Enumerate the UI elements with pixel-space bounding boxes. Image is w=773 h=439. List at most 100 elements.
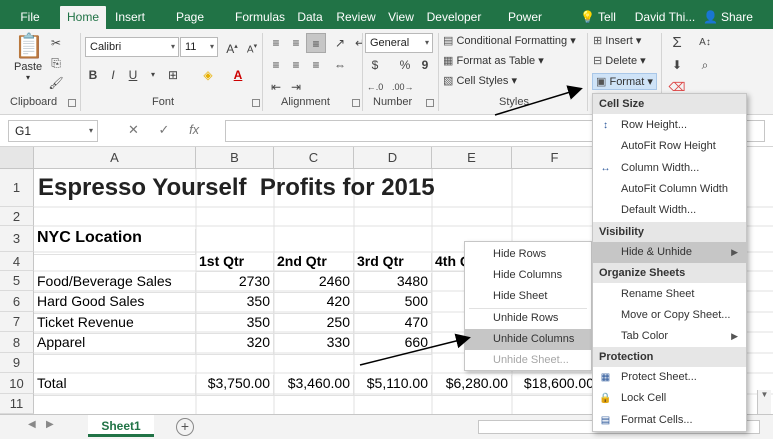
row-label-cell[interactable]: Food/Beverage Sales [34, 273, 196, 293]
column-header-f[interactable]: F [512, 147, 598, 169]
merge-center-icon[interactable]: ⇔ [330, 55, 350, 75]
insert-function-icon[interactable]: fx [189, 122, 199, 137]
name-box[interactable]: G1 ▾ [8, 120, 98, 142]
tab-home[interactable]: Home [60, 6, 106, 30]
align-center-icon[interactable]: ≡ [286, 55, 306, 75]
value-cell[interactable]: 2730 [196, 273, 274, 293]
menu-item-format-cells[interactable]: ▤ Format Cells... [593, 410, 746, 431]
value-cell[interactable]: 320 [196, 334, 274, 355]
underline-button[interactable]: U [123, 65, 143, 85]
font-color-icon[interactable]: A [228, 65, 248, 85]
row-label-cell[interactable]: Hard Good Sales [34, 293, 196, 314]
menu-item-hide-rows[interactable]: Hide Rows [465, 244, 591, 265]
font-launcher-icon[interactable] [252, 99, 260, 107]
menu-item-tab-color[interactable]: Tab Color ▶ [593, 326, 746, 347]
comma-button[interactable]: 9 [415, 55, 435, 75]
quarter-header-cell[interactable]: 2nd Qtr [274, 253, 354, 272]
find-select-icon[interactable]: ⌕ [695, 55, 715, 75]
align-right-icon[interactable]: ≡ [306, 55, 326, 75]
fill-color-icon[interactable]: ◈ [198, 65, 218, 85]
row-label-cell[interactable]: Ticket Revenue [34, 314, 196, 334]
column-header-a[interactable]: A [34, 147, 196, 169]
column-header-d[interactable]: D [354, 147, 432, 169]
menu-item-unhide-rows[interactable]: Unhide Rows [465, 308, 591, 329]
account-name[interactable]: David Thi... [634, 6, 696, 29]
tab-insert[interactable]: Insert [112, 6, 148, 29]
bold-button[interactable]: B [83, 65, 103, 85]
chevron-down-icon[interactable]: ▾ [143, 65, 163, 85]
cut-icon[interactable]: ✂ [46, 33, 66, 53]
orientation-icon[interactable]: ↗ [330, 33, 350, 53]
total-cell[interactable]: $6,280.00 [432, 375, 512, 396]
value-cell[interactable]: 3480 [354, 273, 432, 293]
autosum-icon[interactable]: Σ [667, 33, 687, 53]
increase-decimal-icon[interactable]: ←.0 [365, 77, 385, 97]
value-cell[interactable]: 470 [354, 314, 432, 334]
scroll-right-icon[interactable]: ▶ [46, 419, 54, 430]
conditional-formatting-button[interactable]: ▤ Conditional Formatting ▾ [443, 34, 576, 47]
paste-button[interactable]: 📋 Paste ▾ [14, 33, 44, 82]
tab-file[interactable]: File [8, 6, 52, 29]
row-header[interactable]: 8 [0, 332, 34, 353]
row-header[interactable]: 6 [0, 291, 34, 312]
align-top-icon[interactable]: ≡ [266, 33, 286, 53]
number-format-combo[interactable]: General ▾ [365, 33, 433, 53]
fill-icon[interactable]: ⬇ [667, 55, 687, 75]
clipboard-launcher-icon[interactable] [68, 99, 76, 107]
row-header[interactable]: 7 [0, 312, 34, 332]
tell-me-box[interactable]: 💡Tell me... [566, 6, 630, 46]
format-as-table-button[interactable]: ▦ Format as Table ▾ [443, 54, 544, 67]
scroll-down-icon[interactable]: ▼ [757, 390, 771, 414]
tab-page-layout[interactable]: Page Layout [157, 6, 223, 46]
total-label-cell[interactable]: Total [34, 375, 196, 396]
row-header[interactable]: 5 [0, 271, 34, 291]
menu-item-lock-cell[interactable]: 🔒 Lock Cell [593, 388, 746, 409]
tab-data[interactable]: Data [296, 6, 324, 29]
value-cell[interactable]: 350 [196, 293, 274, 314]
tab-formulas[interactable]: Formulas [234, 6, 286, 29]
menu-item-autofit-row[interactable]: AutoFit Row Height [593, 136, 746, 157]
increase-indent-icon[interactable]: ⇥ [286, 77, 306, 97]
add-sheet-button[interactable]: + [176, 418, 194, 436]
align-middle-icon[interactable]: ≡ [286, 33, 306, 53]
location-cell[interactable]: NYC Location [34, 229, 196, 255]
menu-item-protect-sheet[interactable]: ▦ Protect Sheet... [593, 367, 746, 388]
menu-item-hide-unhide[interactable]: Hide & Unhide ▶ [593, 242, 746, 263]
row-header[interactable]: 11 [0, 394, 34, 414]
sort-filter-icon[interactable]: A↕ [695, 33, 715, 53]
menu-item-default-width[interactable]: Default Width... [593, 200, 746, 221]
row-header[interactable]: 9 [0, 353, 34, 373]
sheet-tab-sheet1[interactable]: Sheet1 [88, 415, 154, 437]
percent-button[interactable]: % [395, 55, 415, 75]
column-header-b[interactable]: B [196, 147, 274, 169]
row-label-cell[interactable]: Apparel [34, 334, 196, 355]
row-header[interactable]: 4 [0, 252, 34, 271]
quarter-header-cell[interactable]: 3rd Qtr [354, 253, 432, 272]
format-cells-button[interactable]: ▣ Format ▾ [592, 73, 657, 90]
align-left-icon[interactable]: ≡ [266, 55, 286, 75]
borders-icon[interactable]: ⊞ [163, 65, 183, 85]
menu-item-hide-columns[interactable]: Hide Columns [465, 265, 591, 286]
cell-styles-button[interactable]: ▧ Cell Styles ▾ [443, 74, 517, 87]
total-cell[interactable]: $18,600.00 [512, 375, 598, 396]
shrink-font-icon[interactable]: A▾ [242, 37, 262, 57]
font-size-combo[interactable]: 11 ▾ [180, 37, 218, 57]
align-bottom-icon[interactable]: ≡ [306, 33, 326, 53]
sheet-title-cell[interactable]: Espresso Yourself Profits for 2015 [38, 174, 435, 202]
decrease-decimal-icon[interactable]: .00→ [392, 77, 414, 97]
select-all-corner[interactable] [0, 147, 34, 169]
value-cell[interactable]: 250 [274, 314, 354, 334]
menu-item-column-width[interactable]: ↔ Column Width... [593, 158, 746, 179]
italic-button[interactable]: I [103, 65, 123, 85]
font-name-combo[interactable]: Calibri ▾ [85, 37, 179, 57]
tab-review[interactable]: Review [336, 6, 376, 29]
column-header-e[interactable]: E [432, 147, 512, 169]
menu-item-autofit-column[interactable]: AutoFit Column Width [593, 179, 746, 200]
menu-item-move-copy-sheet[interactable]: Move or Copy Sheet... [593, 305, 746, 326]
value-cell[interactable]: 500 [354, 293, 432, 314]
alignment-launcher-icon[interactable] [352, 99, 360, 107]
tab-view[interactable]: View [387, 6, 415, 29]
menu-item-row-height[interactable]: ↕ Row Height... [593, 115, 746, 136]
total-cell[interactable]: $3,460.00 [274, 375, 354, 396]
currency-button[interactable]: $ [365, 55, 385, 75]
